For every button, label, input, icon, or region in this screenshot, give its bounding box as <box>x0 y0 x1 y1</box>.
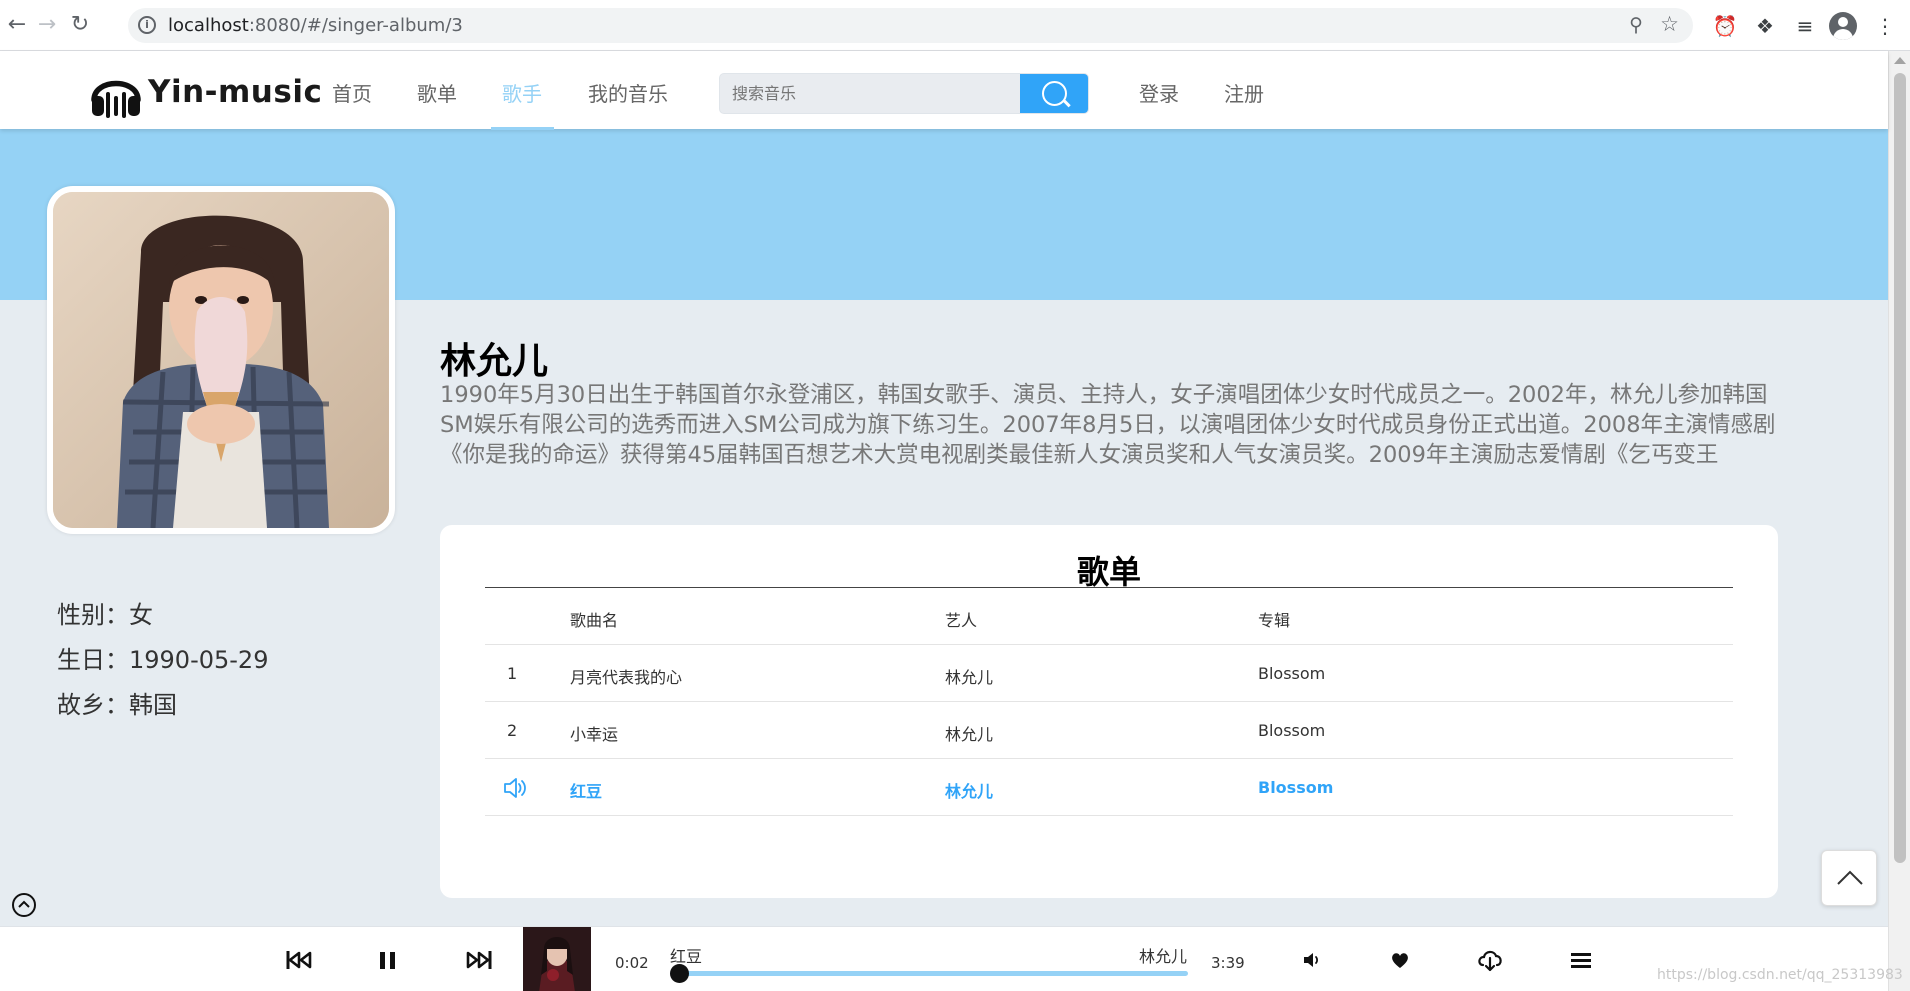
song-artist: 林允儿 <box>945 782 994 801</box>
nav-my-music[interactable]: 我的音乐 <box>588 78 668 107</box>
nav-singers[interactable]: 歌手 <box>502 78 542 107</box>
download-button[interactable] <box>1476 945 1504 975</box>
url-host: localhost <box>168 15 249 36</box>
volume-icon <box>1304 953 1319 967</box>
player-bar: 0:02 红豆 林允儿 3:39 https://blog.csdn.net/q… <box>0 926 1903 991</box>
chevron-up-circle-icon <box>18 900 30 908</box>
song-index: 2 <box>507 721 518 740</box>
url-text[interactable]: localhost:8080/#/singer-album/3 <box>168 15 463 36</box>
register-link[interactable]: 注册 <box>1224 78 1264 107</box>
cloud-download-icon <box>1478 950 1502 972</box>
login-link[interactable]: 登录 <box>1139 78 1179 107</box>
singer-description: 1990年5月30日出生于韩国首尔永登浦区，韩国女歌手、演员、主持人，女子演唱团… <box>440 382 1776 468</box>
nav-playlists[interactable]: 歌单 <box>417 78 457 107</box>
song-album: Blossom <box>1258 778 1334 797</box>
back-to-top-button[interactable] <box>1821 850 1877 906</box>
singer-info-list: 性别：女 生日：1990-05-29 故乡：韩国 <box>57 593 268 728</box>
browser-toolbar: ← → ↻ i localhost:8080/#/singer-album/3 … <box>0 0 1910 51</box>
active-nav-indicator <box>491 127 554 130</box>
pause-icon <box>380 952 395 969</box>
current-time: 0:02 <box>615 954 649 972</box>
song-list-panel: 歌单 歌曲名 艺人 专辑 1 月亮代表我的心 林允儿 Blossom 2 小幸运… <box>440 525 1778 898</box>
total-time: 3:39 <box>1211 954 1245 972</box>
chevron-up-icon <box>1837 870 1863 885</box>
address-bar[interactable]: i localhost:8080/#/singer-album/3 ⚲ ☆ <box>128 8 1693 43</box>
singer-photo <box>47 186 395 534</box>
song-name[interactable]: 红豆 <box>570 778 602 802</box>
search-box <box>719 73 1089 114</box>
scroll-up-arrow-icon[interactable] <box>1894 57 1906 64</box>
previous-icon <box>286 951 312 969</box>
previous-track-button[interactable] <box>285 945 313 975</box>
now-playing-title: 红豆 <box>670 947 703 966</box>
table-row[interactable]: 1 月亮代表我的心 林允儿 Blossom <box>485 645 1733 702</box>
song-artist: 林允儿 <box>945 725 994 744</box>
favorite-button[interactable] <box>1389 945 1411 975</box>
song-name[interactable]: 小幸运 <box>570 721 618 745</box>
song-name[interactable]: 月亮代表我的心 <box>570 664 682 688</box>
logo-text: Yin-music <box>148 74 323 110</box>
logo[interactable]: Yin-music <box>88 65 322 119</box>
site-info-icon[interactable]: i <box>138 16 156 34</box>
table-header-row: 歌曲名 艺人 专辑 <box>485 588 1733 645</box>
watermark-text: https://blog.csdn.net/qq_25313983 <box>1657 967 1903 983</box>
media-queue-icon[interactable]: ≡ <box>1791 12 1819 40</box>
next-icon <box>466 951 492 969</box>
url-path: :8080/#/singer-album/3 <box>248 15 463 36</box>
header-album: 专辑 <box>1258 611 1291 630</box>
progress-handle[interactable] <box>670 964 689 983</box>
song-artist: 林允儿 <box>945 668 994 687</box>
singer-gender: 性别：女 <box>57 601 153 629</box>
table-row-playing[interactable]: 红豆 林允儿 Blossom <box>485 759 1733 816</box>
nav-home[interactable]: 首页 <box>332 78 372 107</box>
speaker-playing-icon <box>504 778 526 798</box>
bookmark-star-icon[interactable]: ☆ <box>1660 12 1679 36</box>
forward-icon[interactable]: → <box>32 10 62 40</box>
next-track-button[interactable] <box>465 945 493 975</box>
search-input[interactable] <box>720 74 1022 113</box>
song-album: Blossom <box>1258 664 1326 683</box>
scrollbar-thumb[interactable] <box>1894 73 1906 863</box>
singer-name: 林允儿 <box>440 341 549 382</box>
singer-hometown: 故乡：韩国 <box>57 691 177 719</box>
song-album: Blossom <box>1258 721 1326 740</box>
search-icon <box>1042 81 1067 106</box>
extensions-puzzle-icon[interactable]: ❖ <box>1751 12 1779 40</box>
zoom-icon[interactable]: ⚲ <box>1629 14 1643 36</box>
browser-menu-icon[interactable]: ⋮ <box>1871 12 1899 40</box>
song-index: 1 <box>507 664 518 683</box>
singer-portrait-image <box>53 192 389 528</box>
app-header: Yin-music 首页 歌单 歌手 我的音乐 登录 注册 <box>0 51 1888 130</box>
now-playing-artist: 林允儿 <box>1139 947 1188 966</box>
playlist-menu-button[interactable] <box>1569 945 1593 975</box>
header-song-name: 歌曲名 <box>570 611 619 630</box>
alarm-extension-icon[interactable]: ⏰ <box>1711 12 1739 40</box>
singer-birthday: 生日：1990-05-29 <box>57 646 269 674</box>
profile-avatar-icon[interactable] <box>1829 12 1857 40</box>
reload-icon[interactable]: ↻ <box>65 10 95 40</box>
back-icon[interactable]: ← <box>2 10 32 40</box>
heart-icon <box>1392 953 1408 968</box>
table-row[interactable]: 2 小幸运 林允儿 Blossom <box>485 702 1733 759</box>
headphones-logo-icon <box>91 80 141 118</box>
album-cover-thumbnail[interactable] <box>523 927 591 991</box>
page-scrollbar[interactable] <box>1888 51 1910 991</box>
progress-bar[interactable] <box>670 964 1188 983</box>
album-cover-image <box>523 927 591 991</box>
song-table: 歌曲名 艺人 专辑 1 月亮代表我的心 林允儿 Blossom 2 小幸运 林允… <box>485 588 1733 816</box>
pause-button[interactable] <box>377 945 399 975</box>
list-icon <box>1571 953 1591 968</box>
volume-button[interactable] <box>1301 945 1323 975</box>
search-button[interactable] <box>1020 74 1088 113</box>
header-artist: 艺人 <box>945 611 978 630</box>
player-collapse-button[interactable] <box>12 893 36 917</box>
